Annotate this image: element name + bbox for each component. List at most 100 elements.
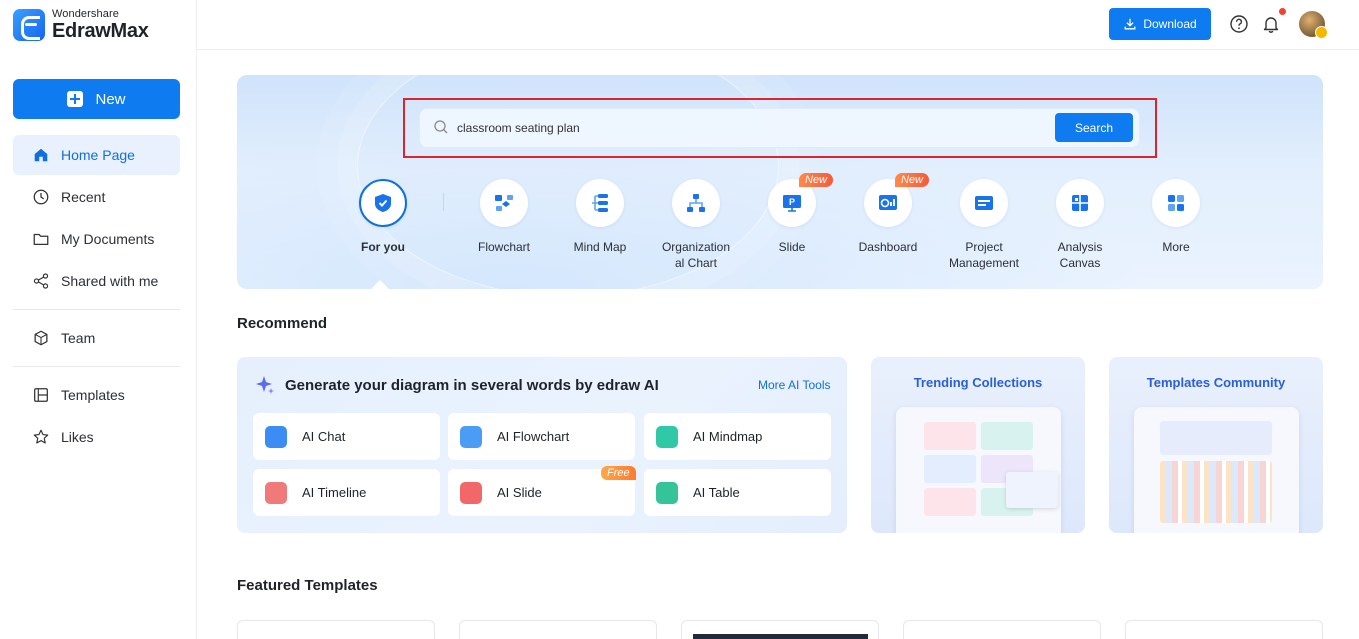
sidebar-item-my-documents[interactable]: My Documents bbox=[13, 219, 180, 259]
sidebar-item-label: Home Page bbox=[61, 147, 135, 163]
recommend-title: Recommend bbox=[237, 315, 328, 332]
category-label: Project Management bbox=[948, 240, 1020, 270]
category-label: Organization al Chart bbox=[661, 240, 731, 270]
sidebar-item-label: Team bbox=[61, 330, 96, 346]
active-category-pointer bbox=[370, 280, 390, 290]
featured-template-card[interactable] bbox=[237, 620, 435, 639]
new-badge: New bbox=[799, 173, 834, 187]
featured-template-card[interactable] bbox=[903, 620, 1101, 639]
ai-timeline-tile[interactable]: AI Timeline bbox=[253, 469, 440, 516]
category-project-management[interactable]: Project Management bbox=[936, 179, 1032, 271]
category-label: Mind Map bbox=[573, 240, 627, 254]
sidebar-item-label: Templates bbox=[61, 387, 125, 403]
new-button[interactable]: New bbox=[13, 79, 180, 119]
ai-mindmap-tile[interactable]: AI Mindmap bbox=[644, 413, 831, 460]
ai-flowchart-icon bbox=[460, 425, 482, 448]
ai-tool-label: AI Timeline bbox=[302, 485, 367, 500]
edrawmax-logo-icon bbox=[13, 9, 45, 41]
sidebar-item-home-page[interactable]: Home Page bbox=[13, 135, 180, 175]
category-label: Flowchart bbox=[477, 240, 530, 254]
community-preview bbox=[1134, 407, 1299, 533]
featured-template-card[interactable] bbox=[681, 620, 879, 639]
ai-tool-label: AI Mindmap bbox=[693, 429, 763, 444]
sidebar-item-shared-with-me[interactable]: Shared with me bbox=[13, 261, 180, 301]
search-highlight-box bbox=[403, 98, 1157, 158]
category-mind-map[interactable]: Mind Map bbox=[552, 179, 648, 255]
download-icon bbox=[1124, 18, 1136, 30]
org-chart-icon bbox=[672, 179, 720, 227]
category-label: More bbox=[1162, 240, 1190, 254]
download-label: Download bbox=[1143, 17, 1197, 31]
team-icon bbox=[32, 329, 50, 347]
category-separator bbox=[443, 193, 444, 211]
share-icon bbox=[32, 272, 50, 290]
featured-template-card[interactable] bbox=[459, 620, 657, 639]
ai-sparkle-icon bbox=[256, 376, 274, 394]
category-flowchart[interactable]: Flowchart bbox=[456, 179, 552, 255]
templates-community-card[interactable]: Templates Community bbox=[1109, 357, 1323, 533]
download-button[interactable]: Download bbox=[1109, 8, 1211, 40]
more-icon bbox=[1152, 179, 1200, 227]
folder-icon bbox=[32, 230, 50, 248]
sidebar-nav-team: Team bbox=[13, 318, 180, 360]
trending-collections-title: Trending Collections bbox=[913, 375, 1043, 390]
sidebar-item-team[interactable]: Team bbox=[13, 318, 180, 358]
category-label: Slide bbox=[778, 240, 806, 254]
sidebar-item-label: Likes bbox=[61, 429, 94, 445]
sidebar-nav-library: Templates Likes bbox=[13, 375, 180, 459]
home-icon bbox=[32, 146, 50, 164]
star-icon bbox=[32, 428, 50, 446]
free-badge: Free bbox=[601, 466, 636, 480]
ai-tool-label: AI Slide bbox=[497, 485, 542, 500]
ai-tool-label: AI Flowchart bbox=[497, 429, 570, 444]
category-more[interactable]: More bbox=[1128, 179, 1224, 255]
sidebar-item-likes[interactable]: Likes bbox=[13, 417, 180, 457]
bell-icon[interactable] bbox=[1261, 14, 1281, 34]
trending-preview bbox=[896, 407, 1061, 533]
ai-table-tile[interactable]: AI Table bbox=[644, 469, 831, 516]
clock-icon bbox=[32, 188, 50, 206]
avatar[interactable] bbox=[1299, 11, 1328, 39]
ai-tool-label: AI Table bbox=[693, 485, 740, 500]
brand-sub: Wondershare bbox=[52, 8, 119, 20]
ai-flowchart-tile[interactable]: AI Flowchart bbox=[448, 413, 635, 460]
sidebar-divider bbox=[13, 366, 180, 367]
ai-chat-icon bbox=[265, 425, 287, 448]
sidebar-item-recent[interactable]: Recent bbox=[13, 177, 180, 217]
more-ai-tools-link[interactable]: More AI Tools bbox=[758, 378, 830, 392]
ai-timeline-icon bbox=[265, 481, 287, 504]
new-badge: New bbox=[895, 173, 930, 187]
trending-collections-card[interactable]: Trending Collections bbox=[871, 357, 1085, 533]
new-button-label: New bbox=[95, 90, 126, 108]
category-organizational-chart[interactable]: Organization al Chart bbox=[648, 179, 744, 271]
project-icon bbox=[960, 179, 1008, 227]
for-you-icon bbox=[359, 179, 407, 227]
category-label: Analysis Canvas bbox=[1057, 240, 1103, 270]
ai-mindmap-icon bbox=[656, 425, 678, 448]
notification-dot bbox=[1279, 8, 1286, 15]
category-analysis-canvas[interactable]: Analysis Canvas bbox=[1032, 179, 1128, 271]
featured-template-card[interactable] bbox=[1125, 620, 1323, 639]
ai-chat-tile[interactable]: AI Chat bbox=[253, 413, 440, 460]
templates-icon bbox=[32, 386, 50, 404]
category-label: Dashboard bbox=[858, 240, 918, 254]
category-dashboard[interactable]: New Dashboard bbox=[840, 173, 936, 255]
featured-templates-title: Featured Templates bbox=[237, 577, 378, 594]
mind-map-icon bbox=[576, 179, 624, 227]
sidebar-item-templates[interactable]: Templates bbox=[13, 375, 180, 415]
analysis-icon bbox=[1056, 179, 1104, 227]
category-slide[interactable]: P New Slide bbox=[744, 173, 840, 255]
ai-slide-icon bbox=[460, 481, 482, 504]
flowchart-icon bbox=[480, 179, 528, 227]
brand-main: EdrawMax bbox=[52, 20, 149, 42]
category-for-you[interactable]: For you bbox=[335, 179, 431, 255]
template-thumbnail bbox=[693, 634, 868, 639]
sidebar-item-label: Recent bbox=[61, 189, 106, 205]
sidebar-item-label: Shared with me bbox=[61, 273, 159, 289]
svg-text:P: P bbox=[789, 197, 795, 207]
app-logo[interactable]: Wondershare EdrawMax bbox=[13, 9, 149, 41]
help-icon[interactable] bbox=[1229, 14, 1249, 34]
sidebar-nav-main: Home Page Recent My Documents Shared wit… bbox=[13, 135, 180, 303]
ai-card-header: Generate your diagram in several words b… bbox=[255, 375, 659, 395]
ai-card-heading: Generate your diagram in several words b… bbox=[285, 376, 659, 394]
